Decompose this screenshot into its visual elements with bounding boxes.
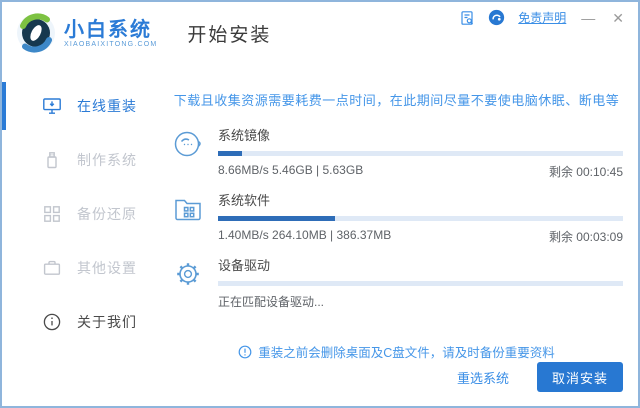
task-remaining-time: 剩余 00:03:09 [548,230,623,244]
task-title: 系统软件 [218,193,271,208]
download-warning-text: 下载且收集资源需要耗费一点时间，在此期间尽量不要使电脑休眠、断电等 [173,93,620,108]
app-logo: 小白系统 XIAOBAIXITONG.COM [16,13,157,53]
install-panel: 下载且收集资源需要耗费一点时间，在此期间尽量不要使电脑休眠、断电等 系统镜像 8… [162,64,638,406]
progress-bar [218,216,623,221]
app-window: 小白系统 XIAOBAIXITONG.COM 开始安装 免责声明 — ✕ 在线重… [0,0,640,408]
logo-text: 小白系统 XIAOBAIXITONG.COM [64,19,157,48]
task-system-image: 系统镜像 8.66MB/s 5.46GB | 5.63GB 剩余 00:10:4… [170,125,623,180]
reselect-system-link[interactable]: 重选系统 [457,368,509,387]
sidebar-item-label: 关于我们 [77,314,137,330]
sidebar-item-make-system[interactable]: 制作系统 [2,133,162,187]
minimize-button[interactable]: — [579,10,597,26]
sidebar: 在线重装 制作系统 备份还原 其他设置 关于我们 [2,64,162,406]
logo-title: 小白系统 [64,18,152,41]
support-icon[interactable] [488,9,505,26]
task-speed-size: 1.40MB/s 264.10MB | 386.37MB [218,228,392,242]
sidebar-item-label: 备份还原 [77,206,137,222]
folder-apps-icon [170,190,206,245]
sidebar-item-backup-restore[interactable]: 备份还原 [2,187,162,241]
logo-subtitle: XIAOBAIXITONG.COM [64,40,158,48]
exclamation-circle-icon [238,345,252,359]
sidebar-item-about-us[interactable]: 关于我们 [2,295,162,349]
page-title: 开始安装 [187,24,272,46]
briefcase-icon [42,258,62,278]
close-button[interactable]: ✕ [610,10,626,26]
progress-fill [218,151,243,156]
sidebar-item-label: 在线重装 [77,98,137,114]
footer-actions: 重选系统 取消安装 [170,362,623,396]
task-remaining-time: 剩余 00:10:45 [548,165,623,179]
gear-icon [170,255,206,310]
sidebar-item-online-reinstall[interactable]: 在线重装 [2,79,162,133]
backup-note-text: 重装之前会删除桌面及C盘文件，请及时备份重要资料 [258,346,555,360]
task-status-text: 正在匹配设备驱动... [218,295,325,309]
info-circle-icon [42,312,62,332]
backup-note: 重装之前会删除桌面及C盘文件，请及时备份重要资料 [170,342,623,361]
mascot-face-icon [170,125,206,180]
usb-drive-icon [42,150,62,170]
logo-swirl-icon [16,13,56,53]
sidebar-item-label: 其他设置 [77,260,137,276]
progress-fill [218,216,336,221]
cancel-install-button[interactable]: 取消安装 [537,362,623,392]
agreement-doc-icon[interactable] [459,10,475,26]
sidebar-item-other-settings[interactable]: 其他设置 [2,241,162,295]
monitor-download-icon [42,96,62,116]
task-title: 设备驱动 [218,258,271,273]
progress-bar [218,151,623,156]
header: 小白系统 XIAOBAIXITONG.COM 开始安装 免责声明 — ✕ [2,2,638,64]
task-speed-size: 8.66MB/s 5.46GB | 5.63GB [218,163,364,177]
task-device-driver: 设备驱动 正在匹配设备驱动... [170,255,623,310]
task-system-software: 系统软件 1.40MB/s 264.10MB | 386.37MB 剩余 00:… [170,190,623,245]
disclaimer-link[interactable]: 免责声明 [518,9,566,26]
sidebar-item-label: 制作系统 [77,152,137,168]
progress-bar [218,281,623,286]
task-title: 系统镜像 [218,128,271,143]
backup-grid-icon [42,204,62,224]
